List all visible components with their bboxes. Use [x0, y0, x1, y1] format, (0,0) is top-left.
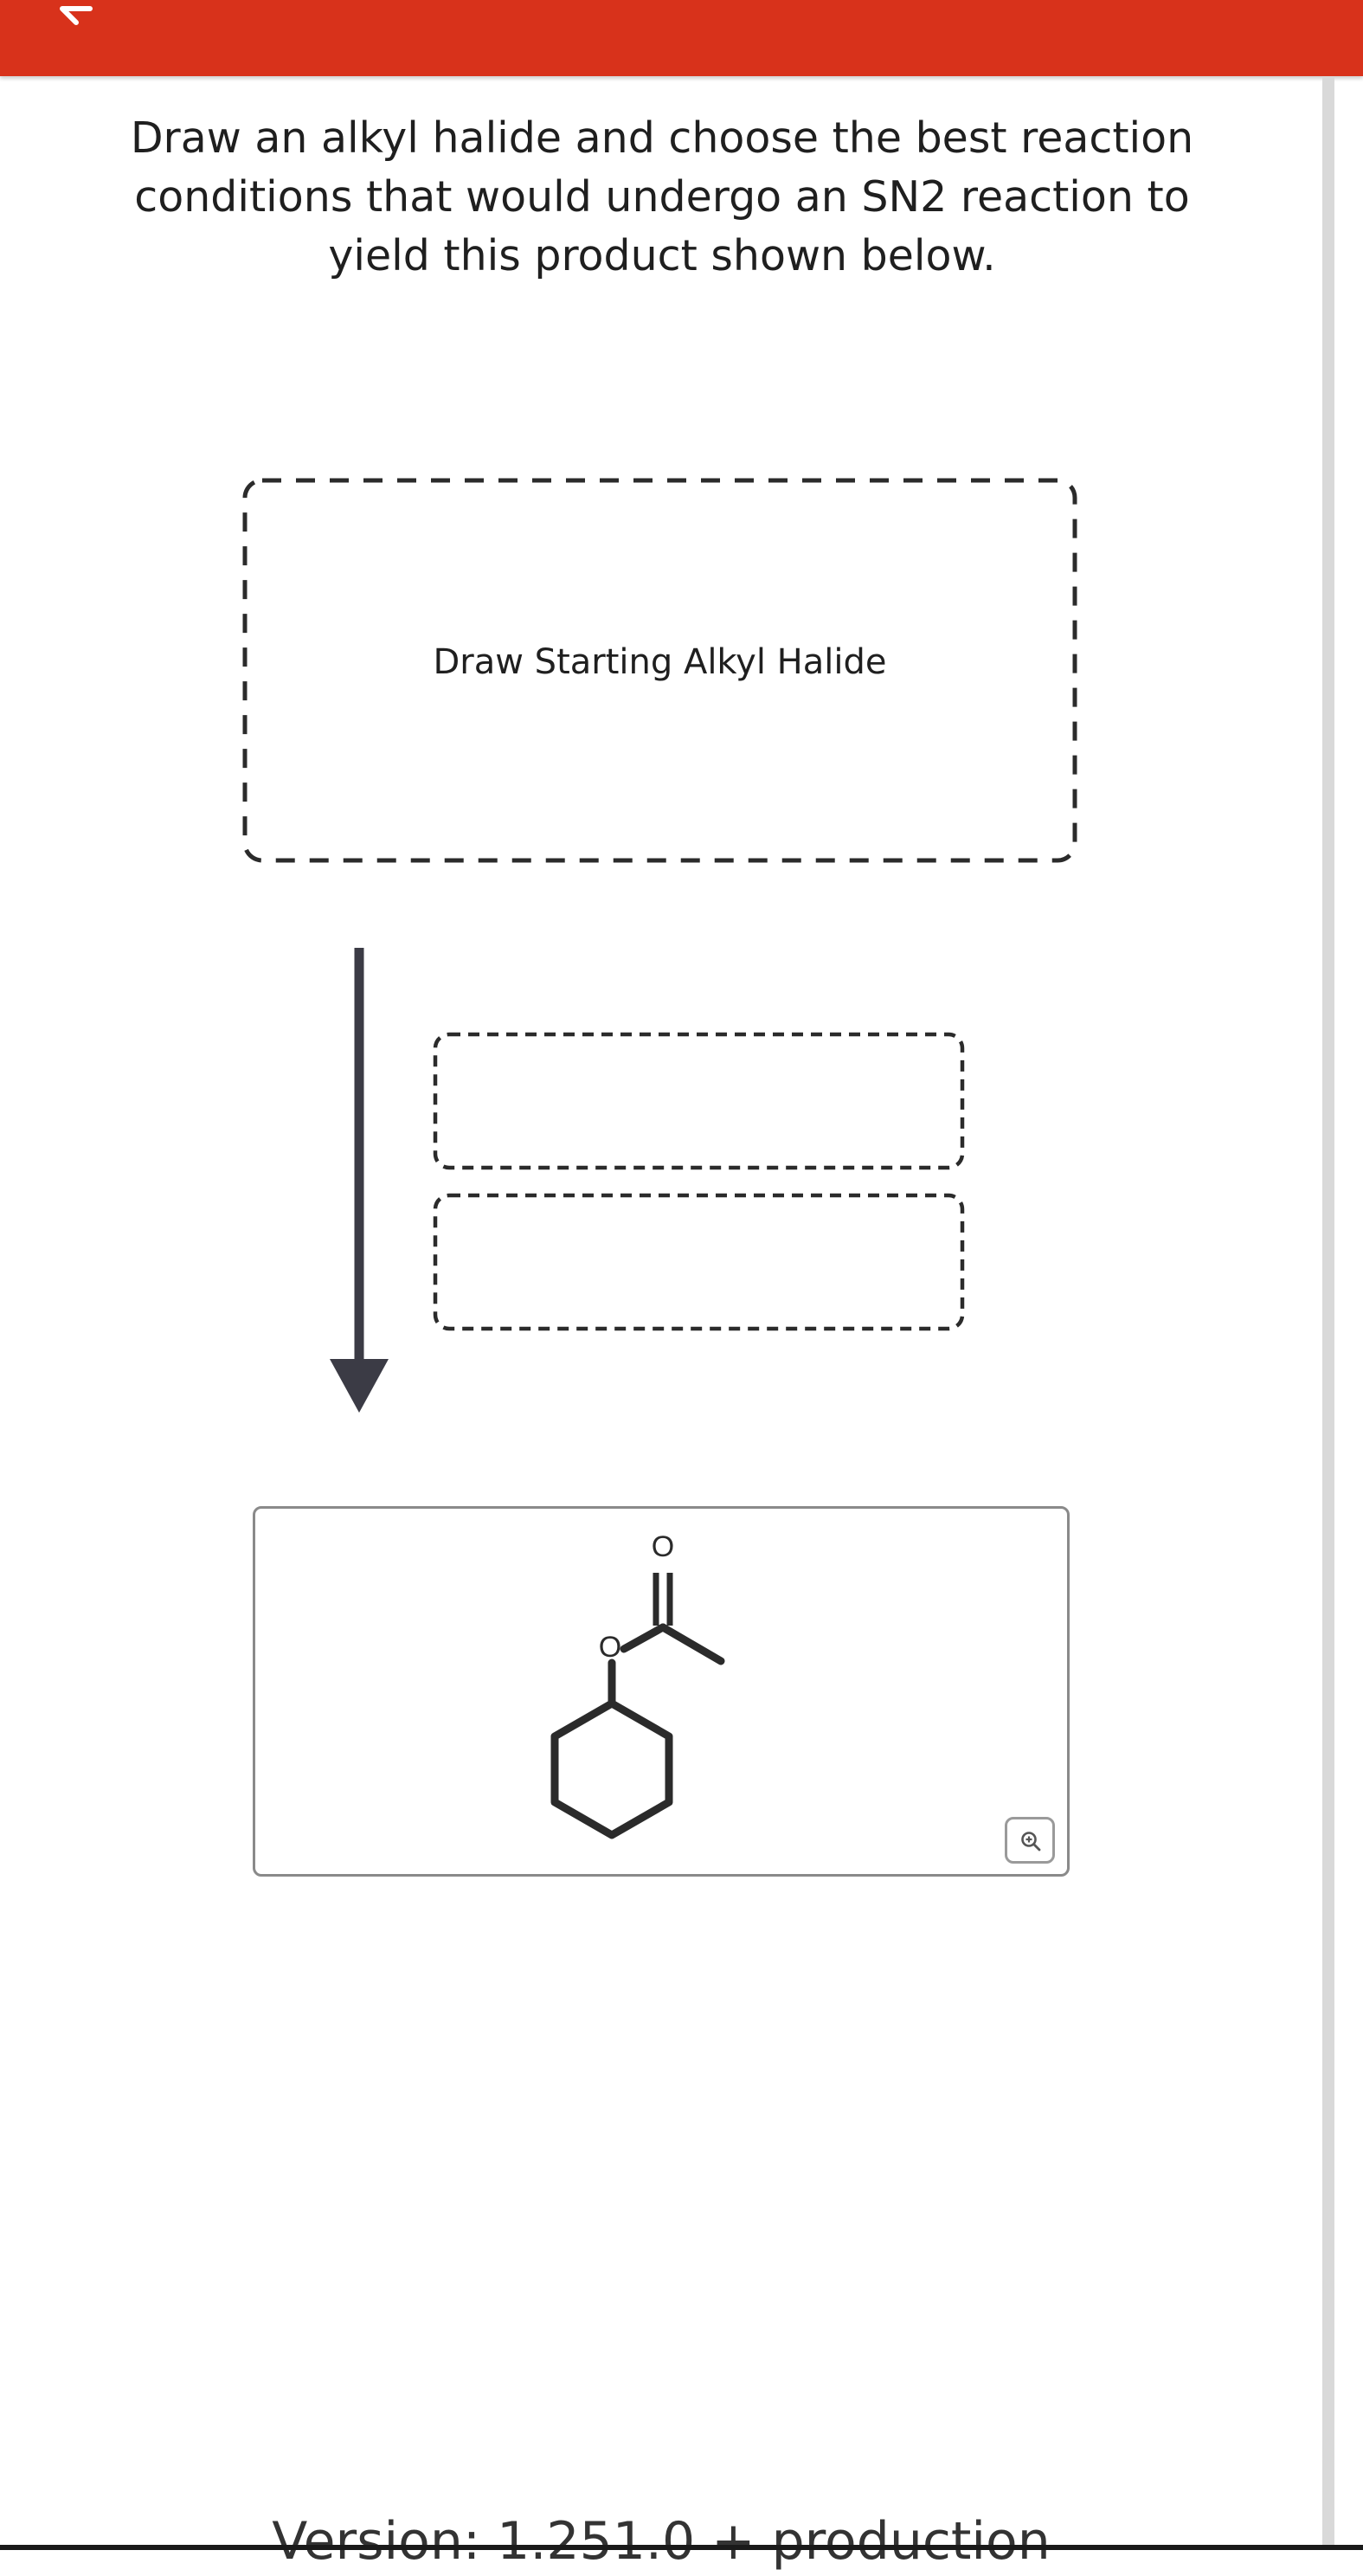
- ester-oxygen-label: O: [599, 1631, 621, 1664]
- bottom-divider: [0, 2545, 1363, 2550]
- version-footer: Version: 1.251.0 + production: [272, 2511, 1051, 2572]
- carbonyl-oxygen-label: O: [652, 1530, 674, 1563]
- product-structure-panel: O O: [253, 1506, 1070, 1877]
- reaction-arrow: [330, 948, 389, 1413]
- dashed-frame: [433, 1193, 965, 1331]
- top-bar: [0, 0, 1363, 76]
- zoom-in-icon: [1021, 1832, 1041, 1852]
- dashed-frame: [433, 1032, 965, 1170]
- question-prompt: Draw an alkyl halide and choose the best…: [130, 113, 1194, 280]
- condition-slot-1[interactable]: [433, 1032, 965, 1170]
- condition-slot-2[interactable]: [433, 1193, 965, 1331]
- product-molecule: O O: [550, 1530, 725, 1839]
- scrollbar[interactable]: [1322, 76, 1334, 2550]
- draw-starting-alkyl-halide-area[interactable]: Draw Starting Alkyl Halide: [242, 478, 1077, 863]
- back-arrow-icon[interactable]: [50, 0, 102, 35]
- draw-placeholder-label: Draw Starting Alkyl Halide: [433, 642, 887, 682]
- zoom-button[interactable]: [1005, 1817, 1055, 1864]
